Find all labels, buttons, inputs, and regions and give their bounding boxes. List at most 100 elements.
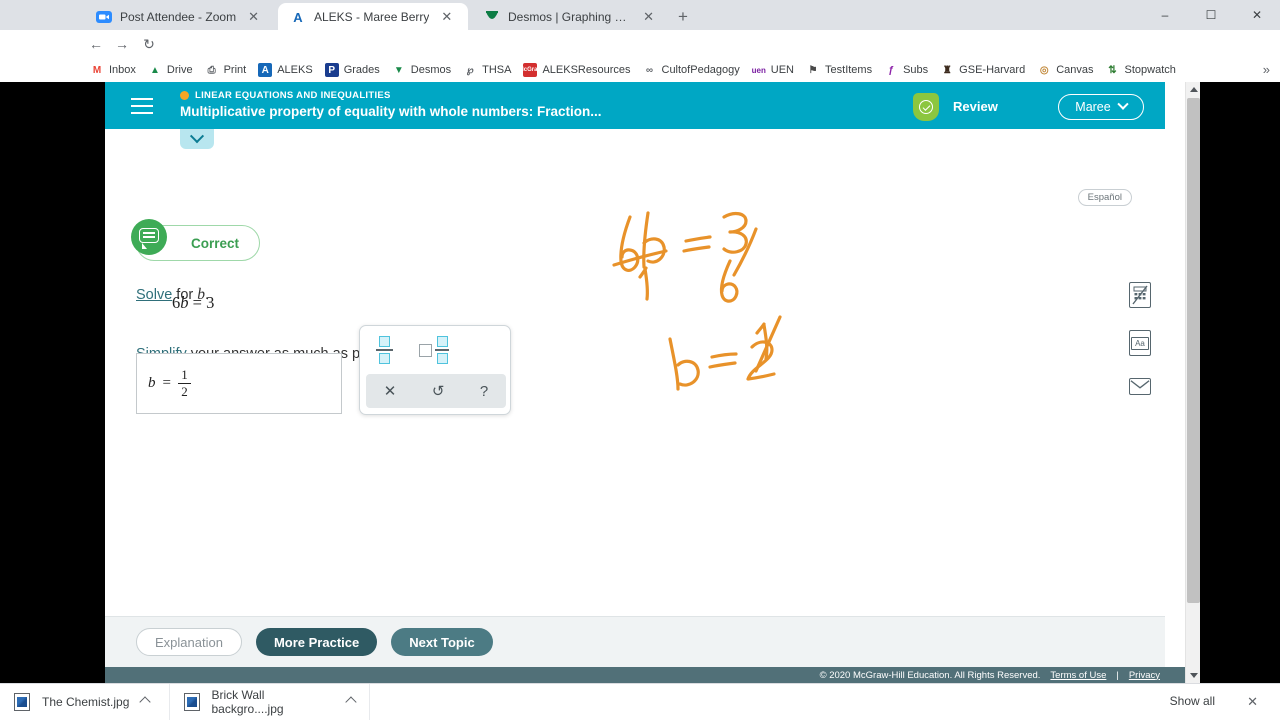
action-bar: Explanation More Practice Next Topic bbox=[105, 616, 1165, 667]
bookmark-label: THSA bbox=[482, 64, 512, 76]
bookmark-grades[interactable]: P Grades bbox=[319, 61, 386, 79]
browser-tab-desmos[interactable]: Desmos | Graphing Calculator ✕ bbox=[472, 3, 662, 30]
browser-chrome: Post Attendee - Zoom ✕ A ALEKS - Maree B… bbox=[0, 0, 1280, 85]
scrollbar-thumb[interactable] bbox=[1187, 98, 1200, 603]
bookmarks-overflow-button[interactable]: » bbox=[1263, 62, 1270, 77]
download-item[interactable]: Brick Wall backgro....jpg bbox=[170, 683, 370, 720]
aleks-icon: A bbox=[290, 8, 306, 25]
calculator-disabled-icon[interactable] bbox=[1129, 282, 1151, 308]
math-palette: ✕ ↺ ? bbox=[359, 325, 511, 415]
browser-tab-aleks[interactable]: A ALEKS - Maree Berry ✕ bbox=[278, 3, 468, 30]
review-shield-icon[interactable] bbox=[913, 93, 939, 121]
user-menu-button[interactable]: Maree bbox=[1058, 94, 1144, 120]
close-shelf-button[interactable]: ✕ bbox=[1247, 694, 1258, 710]
reload-button[interactable]: ↻ bbox=[139, 34, 159, 54]
math-palette-templates bbox=[360, 326, 510, 374]
objective-block: LINEAR EQUATIONS AND INEQUALITIES Multip… bbox=[180, 90, 602, 119]
objective-dot-icon bbox=[180, 91, 189, 100]
equation-variable: b bbox=[180, 293, 189, 312]
bookmark-label: Subs bbox=[903, 64, 929, 76]
mcgrawhill-icon: McGraw bbox=[519, 63, 542, 77]
page-title: Multiplicative property of equality with… bbox=[180, 104, 602, 119]
fraction-template-icon[interactable] bbox=[376, 335, 393, 365]
collapse-header-button[interactable] bbox=[180, 129, 214, 149]
handwritten-annotation bbox=[600, 199, 890, 429]
browser-tab-label: Desmos | Graphing Calculator bbox=[508, 9, 631, 24]
message-icon[interactable] bbox=[1129, 378, 1151, 395]
undo-button[interactable]: ↺ bbox=[432, 382, 445, 400]
bookmark-aleks[interactable]: A ALEKS bbox=[252, 61, 318, 79]
equation: 6b = 3 bbox=[172, 293, 214, 313]
close-window-button[interactable]: ✕ bbox=[1234, 0, 1280, 30]
harvard-shield-icon: ♜ bbox=[942, 64, 952, 76]
bookmark-canvas[interactable]: ◎ Canvas bbox=[1031, 61, 1099, 79]
copyright-bar: © 2020 McGraw-Hill Education. All Rights… bbox=[105, 667, 1200, 683]
tool-icon-column: Aa bbox=[1129, 282, 1151, 395]
hamburger-menu-icon[interactable] bbox=[131, 98, 153, 114]
image-file-icon bbox=[14, 693, 30, 711]
clear-button[interactable]: ✕ bbox=[384, 382, 397, 400]
flag-icon: ⚑ bbox=[808, 64, 818, 76]
answer-input[interactable]: b = 1 2 bbox=[136, 353, 342, 414]
bookmark-drive[interactable]: ▲ Drive bbox=[142, 61, 199, 79]
footer-separator: | bbox=[1116, 669, 1119, 681]
bookmark-aleksresources[interactable]: McGraw ALEKSResources bbox=[517, 61, 636, 79]
answer-equals: = bbox=[162, 375, 171, 391]
new-tab-button[interactable]: + bbox=[672, 6, 694, 28]
explanation-button[interactable]: Explanation bbox=[136, 628, 242, 656]
browser-tab-zoom[interactable]: Post Attendee - Zoom ✕ bbox=[84, 3, 274, 30]
dictionary-icon[interactable]: Aa bbox=[1129, 330, 1151, 356]
aleks-page: LINEAR EQUATIONS AND INEQUALITIES Multip… bbox=[105, 82, 1200, 683]
bookmark-uen[interactable]: uen UEN bbox=[746, 61, 800, 79]
desmos-icon bbox=[484, 9, 500, 25]
review-button[interactable]: Review bbox=[953, 99, 998, 114]
scroll-down-button[interactable] bbox=[1186, 668, 1200, 683]
tab-close-icon[interactable]: ✕ bbox=[643, 10, 654, 23]
bookmark-gse-harvard[interactable]: ♜ GSE-Harvard bbox=[934, 61, 1031, 79]
printer-icon: ⎙ bbox=[207, 64, 216, 76]
tab-close-icon[interactable]: ✕ bbox=[441, 10, 452, 23]
bookmark-print[interactable]: ⎙ Print bbox=[199, 61, 253, 79]
scroll-up-button[interactable] bbox=[1186, 82, 1200, 97]
bookmark-inbox[interactable]: M Inbox bbox=[84, 61, 142, 79]
forward-button[interactable]: → bbox=[112, 34, 132, 54]
terms-of-use-link[interactable]: Terms of Use bbox=[1050, 670, 1106, 681]
tab-strip: Post Attendee - Zoom ✕ A ALEKS - Maree B… bbox=[0, 0, 1280, 30]
gmail-icon: M bbox=[92, 64, 102, 76]
bookmark-label: ALEKS bbox=[277, 64, 313, 76]
bookmark-subs[interactable]: ƒ Subs bbox=[878, 61, 934, 79]
image-file-icon bbox=[184, 693, 200, 711]
language-toggle-button[interactable]: Español bbox=[1077, 189, 1132, 206]
chevron-down-icon bbox=[1117, 98, 1129, 110]
equation-equals: = bbox=[192, 293, 202, 312]
page-scrollbar[interactable] bbox=[1185, 82, 1200, 683]
help-button[interactable]: ? bbox=[480, 383, 488, 400]
solve-link[interactable]: Solve bbox=[136, 287, 172, 303]
svg-text:A: A bbox=[293, 10, 303, 25]
explanation-bubble-icon[interactable] bbox=[131, 219, 167, 255]
bookmark-cultofpedagogy[interactable]: ∞ CultofPedagogy bbox=[637, 61, 746, 79]
bookmark-testitems[interactable]: ⚑ TestItems bbox=[800, 61, 878, 79]
answer-numerator: 1 bbox=[181, 367, 188, 383]
mixed-number-template-icon[interactable] bbox=[419, 335, 449, 365]
status-label: Correct bbox=[191, 235, 240, 251]
bookmark-stopwatch[interactable]: ⇅ Stopwatch bbox=[1100, 61, 1182, 79]
bookmark-thsa[interactable]: ℘ THSA bbox=[457, 61, 517, 79]
browser-tab-label: Post Attendee - Zoom bbox=[120, 9, 237, 24]
back-button[interactable]: ← bbox=[86, 34, 106, 54]
tab-close-icon[interactable]: ✕ bbox=[248, 10, 259, 23]
download-filename: Brick Wall backgro....jpg bbox=[211, 688, 284, 716]
show-all-downloads-button[interactable]: Show all bbox=[1160, 691, 1225, 711]
chevron-up-icon[interactable] bbox=[139, 696, 152, 708]
bookmark-desmos[interactable]: ▼ Desmos bbox=[386, 61, 457, 79]
privacy-link[interactable]: Privacy bbox=[1129, 670, 1160, 681]
more-practice-button[interactable]: More Practice bbox=[255, 628, 378, 656]
minimize-button[interactable]: – bbox=[1142, 0, 1188, 30]
maximize-button[interactable]: ☐ bbox=[1188, 0, 1234, 30]
chevron-up-icon[interactable] bbox=[345, 696, 357, 708]
next-topic-button[interactable]: Next Topic bbox=[391, 628, 493, 656]
dictionary-label: Aa bbox=[1131, 336, 1149, 350]
chevron-down-icon bbox=[1189, 673, 1198, 678]
canvas-icon: ◎ bbox=[1039, 64, 1049, 76]
download-item[interactable]: The Chemist.jpg bbox=[0, 683, 170, 720]
